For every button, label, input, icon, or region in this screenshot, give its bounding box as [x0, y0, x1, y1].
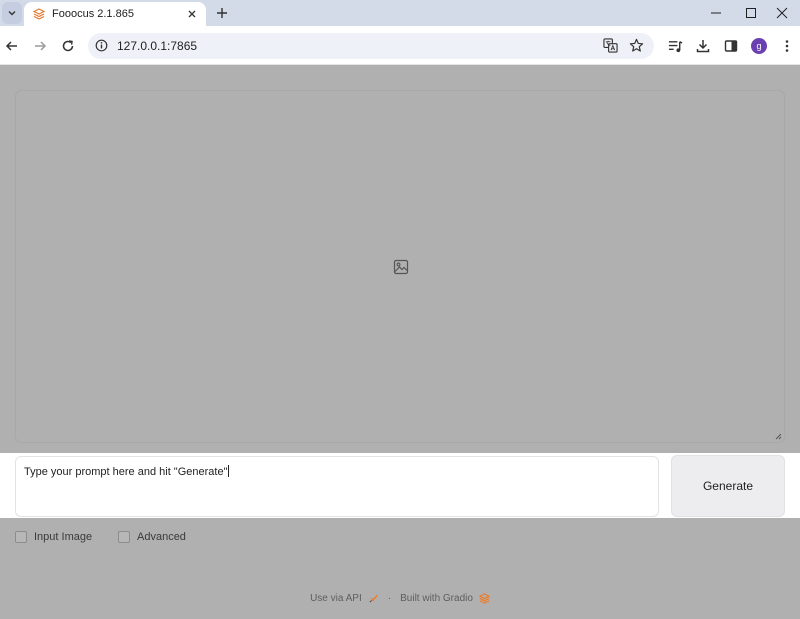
- footer-separator: ·: [387, 593, 392, 604]
- prompt-input[interactable]: Type your prompt here and hit "Generate": [15, 456, 659, 517]
- gradio-logo-icon: [478, 593, 490, 604]
- back-button[interactable]: [0, 34, 24, 58]
- resize-handle-icon[interactable]: [774, 432, 782, 440]
- reload-button[interactable]: [56, 34, 80, 58]
- menu-button[interactable]: [775, 34, 799, 58]
- plus-icon: [217, 8, 227, 18]
- prompt-row: Type your prompt here and hit "Generate"…: [0, 453, 800, 518]
- fooocus-favicon: [33, 8, 45, 20]
- profile-avatar[interactable]: g: [751, 38, 767, 54]
- tab-title: Fooocus 2.1.865: [52, 8, 134, 20]
- minimize-icon: [711, 12, 721, 14]
- address-bar[interactable]: 127.0.0.1:7865: [88, 33, 654, 59]
- advanced-checkbox-row[interactable]: Advanced: [118, 531, 186, 543]
- back-icon: [5, 41, 17, 51]
- generate-button[interactable]: Generate: [671, 455, 785, 517]
- prompt-text: Type your prompt here and hit "Generate": [24, 466, 228, 478]
- text-caret: [228, 465, 230, 477]
- translate-icon[interactable]: [603, 38, 618, 53]
- site-info-icon[interactable]: [95, 39, 108, 52]
- advanced-label: Advanced: [137, 531, 186, 543]
- use-via-api-link[interactable]: Use via API: [310, 593, 362, 604]
- tab-list-button[interactable]: [2, 2, 22, 24]
- maximize-icon: [746, 8, 756, 18]
- browser-toolbar: 127.0.0.1:7865 g: [0, 26, 800, 65]
- download-icon: [696, 40, 710, 53]
- title-bar: Fooocus 2.1.865: [0, 0, 800, 26]
- input-image-label: Input Image: [34, 531, 93, 543]
- media-control-button[interactable]: [663, 34, 687, 58]
- window-close-button[interactable]: [764, 0, 800, 26]
- close-icon[interactable]: [184, 6, 200, 22]
- input-image-checkbox-row[interactable]: Input Image: [15, 531, 92, 543]
- image-icon: [393, 259, 409, 275]
- menu-icon: [785, 40, 789, 52]
- image-gallery[interactable]: [15, 90, 785, 443]
- side-panel-icon: [724, 40, 738, 52]
- built-with-gradio-link[interactable]: Built with Gradio: [400, 593, 473, 604]
- forward-icon: [35, 41, 47, 51]
- rocket-icon: [369, 594, 378, 603]
- page-content: Type your prompt here and hit "Generate"…: [0, 66, 800, 619]
- new-tab-button[interactable]: [212, 3, 232, 23]
- download-button[interactable]: [691, 34, 715, 58]
- advanced-checkbox[interactable]: [118, 531, 130, 543]
- bookmark-star-icon[interactable]: [629, 38, 644, 53]
- minimize-button[interactable]: [698, 0, 734, 26]
- reload-icon: [62, 40, 74, 52]
- window-close-icon: [776, 7, 788, 19]
- browser-tab[interactable]: Fooocus 2.1.865: [24, 2, 206, 26]
- url-text: 127.0.0.1:7865: [117, 39, 198, 53]
- chevron-down-icon: [8, 11, 16, 16]
- footer: Use via API · Built with Gradio: [0, 593, 800, 604]
- input-image-checkbox[interactable]: [15, 531, 27, 543]
- media-control-icon: [668, 40, 682, 52]
- side-panel-button[interactable]: [719, 34, 743, 58]
- forward-button[interactable]: [28, 34, 52, 58]
